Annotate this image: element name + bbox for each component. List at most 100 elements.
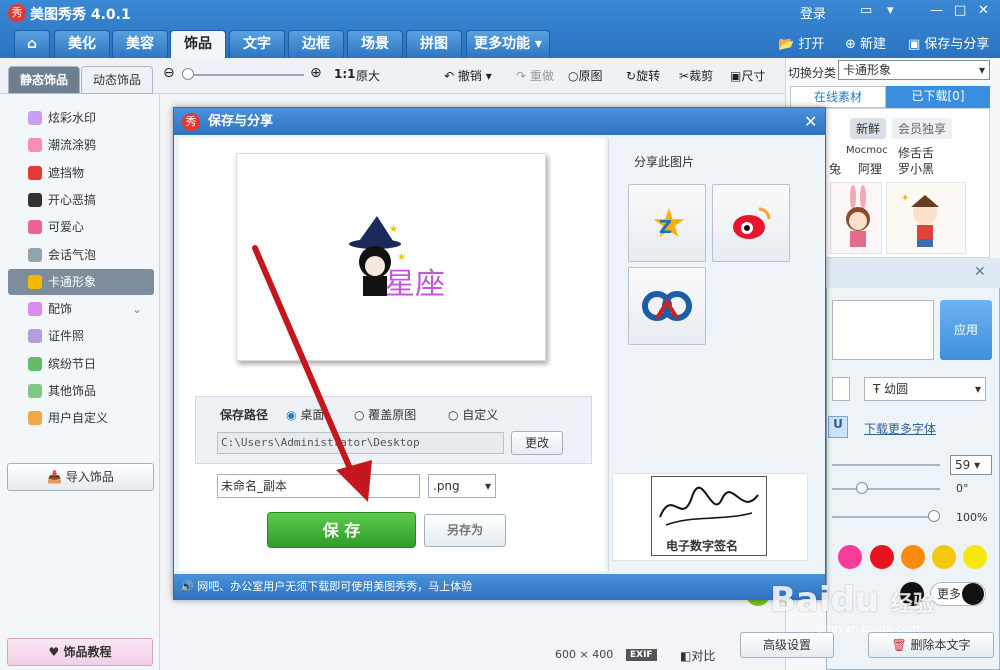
path-input[interactable]: C:\Users\Administrator\Desktop <box>217 432 504 454</box>
color-swatch-red[interactable] <box>870 545 894 569</box>
tab-border[interactable]: 边框 <box>288 30 344 58</box>
opacity-slider-handle[interactable] <box>928 510 940 522</box>
close-window-button[interactable]: ✕ <box>978 3 989 18</box>
share-title: 分享此图片 <box>634 155 695 169</box>
sidebar-item[interactable]: 潮流涂鸦 <box>8 132 154 158</box>
color-swatch-lemon[interactable] <box>963 545 987 569</box>
tab-scene[interactable]: 场景 <box>347 30 403 58</box>
sidebar-item[interactable]: 缤纷节日 <box>8 351 154 377</box>
original-size-button[interactable]: 原大 <box>356 67 380 84</box>
minimize-button[interactable]: — <box>930 3 943 18</box>
exif-button[interactable]: EXIF <box>626 649 657 661</box>
change-path-button[interactable]: 更改 <box>511 431 563 455</box>
delete-text-button[interactable]: 🗑 删除本文字 <box>868 632 994 658</box>
underline-button[interactable]: U <box>828 416 848 438</box>
radio-desktop[interactable]: ◉ 桌面 <box>286 406 324 423</box>
sidebar-item[interactable]: 其他饰品 <box>8 378 154 404</box>
open-button[interactable]: 📂 打开 <box>778 33 824 52</box>
save-as-button[interactable]: 另存为 <box>424 514 506 547</box>
redo-button[interactable]: ↷ 重做 <box>516 67 554 84</box>
tab-dynamic-decorations[interactable]: 动态饰品 <box>81 66 153 94</box>
chevron-down-icon[interactable]: ⌄ <box>132 296 142 322</box>
sidebar-item[interactable]: 可爱心 <box>8 214 154 240</box>
sidebar-item[interactable]: 遮挡物 <box>8 160 154 186</box>
category-select[interactable]: 卡通形象 ▾ <box>838 60 990 80</box>
dialog-title: 保存与分享 <box>174 108 825 135</box>
cartoon-thumbnail[interactable] <box>830 182 882 254</box>
crop-button[interactable]: ✂裁剪 <box>679 67 713 84</box>
dialog-footer[interactable]: 🔊 网吧、办公室用户无须下载即可使用美图秀秀，马上体验 <box>174 574 825 599</box>
sidebar-item[interactable]: 证件照 <box>8 323 154 349</box>
apply-button[interactable]: 应用 <box>940 300 992 360</box>
rotate-button[interactable]: ↻旋转 <box>626 67 660 84</box>
text-input[interactable] <box>832 300 934 360</box>
font-style-box[interactable] <box>832 377 850 401</box>
format-select[interactable]: .png ▾ <box>428 474 496 498</box>
color-swatch-pink[interactable] <box>838 545 862 569</box>
share-renren-button[interactable] <box>628 267 706 345</box>
tab-beautify[interactable]: 美化 <box>54 30 110 58</box>
tab-text[interactable]: 文字 <box>229 30 285 58</box>
sidebar-item[interactable]: 配饰 ⌄ <box>8 296 154 322</box>
filename-input[interactable]: 未命名_副本 <box>217 474 420 498</box>
message-icon[interactable]: ▭ <box>860 3 872 18</box>
radio-custom[interactable]: ○ 自定义 <box>448 406 498 423</box>
material-name: 阿狸 <box>858 162 883 176</box>
settings-icon[interactable]: ▾ <box>887 3 894 18</box>
zoom-slider[interactable] <box>184 74 304 76</box>
tab-collage[interactable]: 拼图 <box>406 30 462 58</box>
material-name: Mocmoc <box>846 145 888 156</box>
sidebar-item[interactable]: 用户自定义 <box>8 405 154 431</box>
download-fonts-link[interactable]: 下载更多字体 <box>864 420 936 437</box>
sidebar-item[interactable]: 炫彩水印 <box>8 105 154 131</box>
rotation-slider[interactable] <box>832 488 940 490</box>
sidebar-item[interactable]: 开心恶搞 <box>8 187 154 213</box>
ratio-label[interactable]: 1:1 <box>334 67 356 81</box>
size-slider[interactable] <box>832 464 940 466</box>
sidebar-item-label: 遮挡物 <box>48 165 85 180</box>
close-icon[interactable]: ✕ <box>804 112 817 131</box>
save-button[interactable]: 保 存 <box>267 512 416 548</box>
maximize-button[interactable]: □ <box>954 3 966 18</box>
tab-online-material[interactable]: 在线素材 <box>790 86 886 108</box>
zoom-slider-handle[interactable] <box>182 68 194 80</box>
sidebar-item[interactable]: 卡通形象 <box>8 268 154 295</box>
filter-new[interactable]: 新鲜 <box>850 118 887 139</box>
tab-more-functions[interactable]: 更多功能 ▾ <box>466 30 550 58</box>
radio-overwrite[interactable]: ○ 覆盖原图 <box>354 406 416 423</box>
filter-vip[interactable]: 会员独享 <box>892 118 953 139</box>
close-icon[interactable]: ✕ <box>974 264 986 280</box>
svg-text:Z: Z <box>659 217 672 238</box>
advanced-settings-button[interactable]: 高级设置 <box>740 632 834 658</box>
home-tab[interactable]: ⌂ <box>14 30 50 58</box>
resize-button[interactable]: ▣尺寸 <box>730 67 765 84</box>
tab-downloaded[interactable]: 已下载[0] <box>886 86 990 108</box>
share-qzone-button[interactable]: ★ Z <box>628 184 706 262</box>
bunny-girl-icon <box>846 185 870 247</box>
font-select[interactable]: Ŧ 幼圆 ▾ <box>864 377 986 401</box>
rotation-slider-handle[interactable] <box>856 482 868 494</box>
compare-button[interactable]: ◧对比 <box>680 647 715 664</box>
zoom-in-icon[interactable]: ⊕ <box>310 65 322 81</box>
new-button[interactable]: ⊕ 新建 <box>845 33 886 52</box>
login-link[interactable]: 登录 <box>800 3 826 22</box>
tutorial-button[interactable]: ♥ 饰品教程 <box>7 638 153 666</box>
import-decorations-button[interactable]: 📥 导入饰品 <box>7 463 154 491</box>
sidebar-item[interactable]: 会话气泡 <box>8 242 154 268</box>
opacity-slider[interactable] <box>832 516 940 518</box>
save-share-button[interactable]: ▣ 保存与分享 <box>908 33 989 52</box>
undo-button[interactable]: ↶ 撤销 ▾ <box>444 67 492 84</box>
tab-beauty[interactable]: 美容 <box>112 30 168 58</box>
sidebar-item-label: 缤纷节日 <box>48 356 97 371</box>
zoom-out-icon[interactable]: ⊖ <box>163 65 175 81</box>
original-button[interactable]: ○原图 <box>568 67 603 84</box>
sidebar-item-label: 用户自定义 <box>48 411 109 426</box>
color-swatch-orange[interactable] <box>901 545 925 569</box>
font-size-select[interactable]: 59 ▾ <box>950 455 992 475</box>
color-swatch-yellow[interactable] <box>932 545 956 569</box>
tab-decorations[interactable]: 饰品 <box>170 30 226 58</box>
share-weibo-button[interactable] <box>712 184 790 262</box>
save-path-label: 保存路径 <box>220 408 269 422</box>
cartoon-thumbnail[interactable]: ✦ <box>886 182 966 254</box>
tab-static-decorations[interactable]: 静态饰品 <box>8 66 80 94</box>
